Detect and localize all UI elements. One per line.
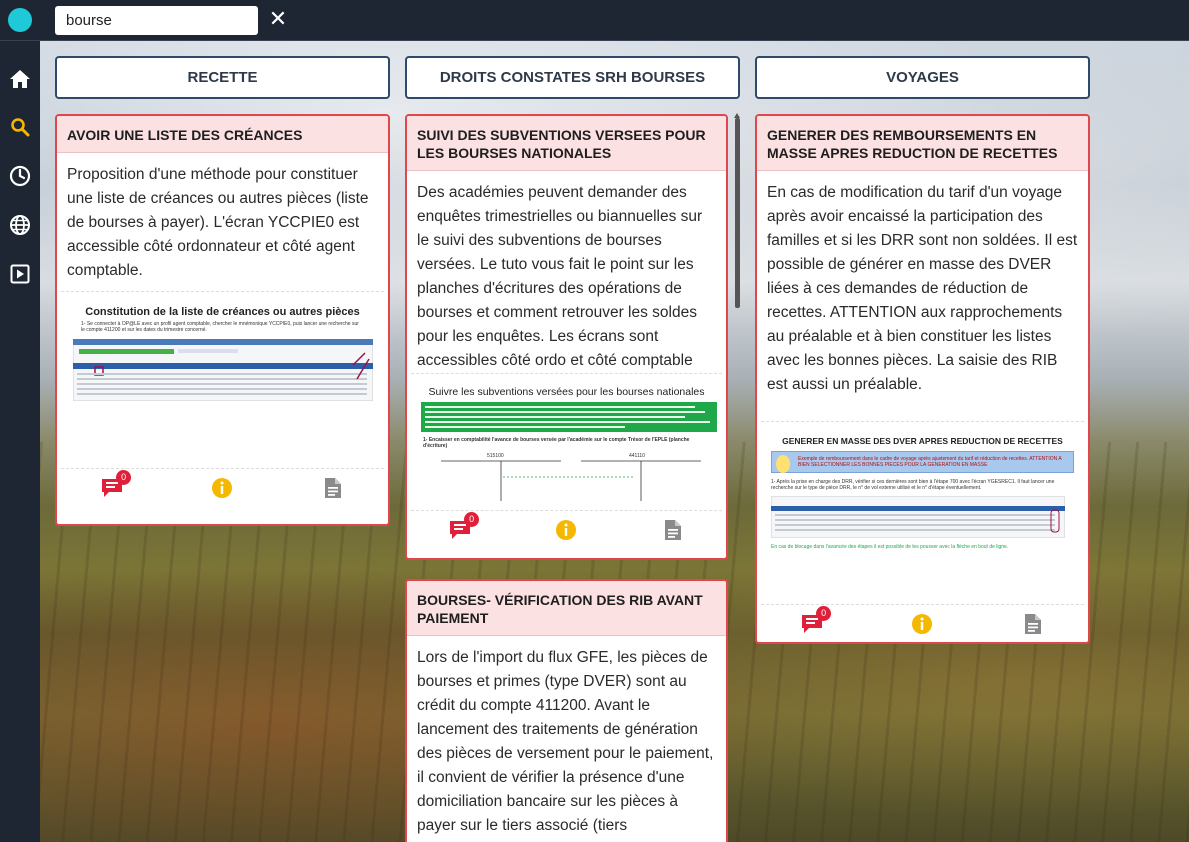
top-bar: ✕ [0, 0, 1189, 41]
comments-button[interactable]: 0 [447, 512, 480, 543]
card-generer-remboursements[interactable]: GENERER DES REMBOURSEMENTS EN MASSE APRE… [755, 114, 1090, 644]
comment-count-badge: 0 [816, 606, 832, 621]
comments-button[interactable]: 0 [99, 470, 132, 501]
column-header-voyages[interactable]: VOYAGES [755, 56, 1090, 99]
card-liste-creances[interactable]: AVOIR UNE LISTE DES CRÉANCES Proposition… [55, 114, 390, 526]
card-actions: 0 [757, 605, 1088, 642]
clear-search-icon[interactable]: ✕ [266, 7, 290, 33]
info-icon [556, 520, 577, 540]
card-title: SUIVI DES SUBVENTIONS VERSEES POUR LES B… [407, 116, 726, 171]
column-header-droits-constates[interactable]: DROITS CONSTATES SRH BOURSES [405, 56, 740, 99]
card-description: Lors de l'import du flux GFE, les pièces… [417, 649, 714, 834]
document-icon [1024, 614, 1041, 634]
card-title: BOURSES- VÉRIFICATION DES RIB AVANT PAIE… [407, 581, 726, 636]
comment-count-badge: 0 [464, 512, 480, 527]
card-verification-rib[interactable]: BOURSES- VÉRIFICATION DES RIB AVANT PAIE… [405, 579, 728, 842]
info-button[interactable] [909, 611, 935, 637]
thumbnail-text: 1- Après la prise en charge des DRR, vér… [771, 479, 1055, 491]
card-title: GENERER DES REMBOURSEMENTS EN MASSE APRE… [757, 116, 1088, 171]
thumbnail-title: Suivre les subventions versées pour les … [428, 386, 705, 398]
thumbnail-note: Exemple de remboursement dans le cadre d… [771, 451, 1074, 473]
video-icon[interactable] [8, 262, 32, 286]
info-button[interactable] [553, 517, 579, 543]
thumbnail-text: 1- Se connecter à OP@LE avec un profil a… [81, 321, 359, 333]
sidebar [0, 41, 40, 842]
thumbnail-ledger: 515100 441110 [417, 453, 716, 503]
thumbnail-screenshot [771, 496, 1065, 538]
document-icon [324, 478, 341, 498]
document-icon [664, 520, 681, 540]
card-thumbnail[interactable]: Suivre les subventions versées pour les … [411, 373, 722, 511]
thumbnail-screenshot [73, 339, 373, 401]
card-actions: 0 [57, 469, 388, 507]
card-title: AVOIR UNE LISTE DES CRÉANCES [57, 116, 388, 153]
search-icon[interactable] [8, 115, 32, 139]
card-thumbnail[interactable]: Constitution de la liste de créances ou … [61, 291, 384, 469]
globe-icon[interactable] [8, 213, 32, 237]
history-icon[interactable] [8, 164, 32, 188]
column-header-recette[interactable]: RECETTE [55, 56, 390, 99]
thumbnail-green-banner [421, 402, 717, 432]
card-description: Des académies peuvent demander des enquê… [417, 184, 703, 369]
comment-count-badge: 0 [116, 470, 132, 485]
comments-button[interactable]: 0 [799, 606, 832, 637]
info-icon [912, 614, 933, 634]
thumbnail-text: 1- Encaisser en comptabilité l'avance de… [423, 437, 690, 449]
info-icon [212, 478, 233, 498]
thumbnail-title: Constitution de la liste de créances ou … [85, 306, 360, 318]
search-input[interactable] [55, 6, 258, 35]
card-thumbnail[interactable]: GENERER EN MASSE DES DVER APRES REDUCTIO… [761, 421, 1084, 605]
document-button[interactable] [320, 475, 346, 501]
home-icon[interactable] [8, 67, 32, 91]
document-button[interactable] [1020, 611, 1046, 637]
thumbnail-title: GENERER EN MASSE DES DVER APRES REDUCTIO… [782, 436, 1063, 446]
document-button[interactable] [660, 517, 686, 543]
app-logo[interactable] [8, 8, 32, 32]
column-scrollbar[interactable] [735, 118, 740, 308]
thumbnail-footer: En cas de blocage dans l'avancée des éta… [771, 544, 1009, 550]
card-description: Proposition d'une méthode pour constitue… [67, 166, 369, 279]
info-button[interactable] [209, 475, 235, 501]
card-suivi-subventions[interactable]: SUIVI DES SUBVENTIONS VERSEES POUR LES B… [405, 114, 728, 560]
card-actions: 0 [407, 511, 726, 549]
lightbulb-icon [776, 455, 790, 473]
card-description: En cas de modification du tarif d'un voy… [767, 184, 1078, 393]
